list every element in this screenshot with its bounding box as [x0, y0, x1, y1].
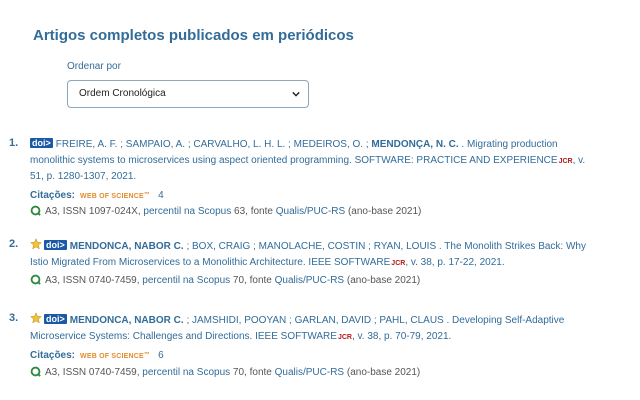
star-icon [30, 312, 42, 324]
article-authors: ; BOX, CRAIG ; MANOLACHE, COSTIN ; RYAN,… [186, 241, 586, 252]
article-ref: , v. 38, p. 17-22, 2021. [405, 256, 505, 268]
jcr-icon[interactable]: JCR [559, 158, 573, 165]
wos-label: WEB OF SCIENCE [80, 192, 144, 200]
wos-label: WEB OF SCIENCE [80, 353, 144, 360]
article-title: Istio Migrated From Microservices to a M… [30, 256, 391, 268]
scopus-percentile-link[interactable]: percentil na Scopus [142, 367, 230, 378]
doi-icon[interactable]: doi> [30, 138, 53, 148]
article-authors: ; JAMSHIDI, POOYAN ; GARLAN, DAVID ; PAH… [186, 315, 565, 326]
qualis-info: A3, ISSN 1097-024X, [45, 206, 144, 217]
qualis-mid: 70, fonte [230, 275, 275, 286]
qualis-year: (ano-base 2021) [344, 275, 421, 286]
qualis-source-link[interactable]: Qualis/PUC-RS [276, 206, 345, 217]
citations-count[interactable]: 6 [158, 350, 164, 361]
scopus-percentile-link[interactable]: percentil na Scopus [143, 206, 231, 217]
qualis-source-link[interactable]: Qualis/PUC-RS [275, 367, 344, 378]
qualis-year: (ano-base 2021) [345, 206, 422, 217]
qualis-mid: 63, fonte [231, 206, 276, 217]
article-number: 1. [9, 137, 19, 149]
article-ref: , v. 38, p. 70-79, 2021. [351, 330, 452, 342]
doi-icon[interactable]: doi> [44, 314, 67, 324]
article-content: doi> MENDONCA, NABOR C. ; JAMSHIDI, POOYA… [30, 312, 630, 380]
star-icon [30, 238, 42, 250]
sort-select[interactable]: Ordem Cronológica [67, 80, 309, 108]
scopus-percentile-link[interactable]: percentil na Scopus [142, 275, 230, 286]
article-ref-end: 51, p. 1280-1307, 2021. [30, 171, 137, 182]
citations-label: Citações: [30, 350, 76, 361]
highlighted-author: MENDONCA, NABOR C. [69, 241, 184, 252]
article-content: doi> MENDONCA, NABOR C. ; BOX, CRAIG ; MA… [30, 238, 630, 289]
citations-count[interactable]: 4 [158, 190, 164, 201]
chevron-down-icon [292, 91, 300, 97]
qualis-source-link[interactable]: Qualis/PUC-RS [275, 275, 344, 286]
page-title: Artigos completos publicados em periódic… [33, 27, 354, 44]
qualis-icon [30, 205, 41, 216]
qualis-info: A3, ISSN 0740-7459, [45, 275, 143, 286]
web-of-science-link[interactable]: WEB OF SCIENCE™ [80, 352, 151, 360]
jcr-icon[interactable]: JCR [391, 260, 405, 267]
web-of-science-link[interactable]: WEB OF SCIENCE™ [80, 191, 151, 200]
jcr-icon[interactable]: JCR [338, 334, 352, 341]
qualis-year: (ano-base 2021) [344, 366, 421, 378]
qualis-icon [30, 274, 41, 285]
article-title-start: . Migrating production [461, 139, 558, 150]
qualis-icon [30, 366, 41, 377]
qualis-info: A3, ISSN 0740-7459, [45, 366, 143, 378]
article-content: doi> FREIRE, A. F. ; SAMPAIO, A. ; CARVAL… [30, 137, 630, 220]
article-ref: , v. [572, 154, 586, 166]
sort-selected-value: Ordem Cronológica [79, 88, 166, 99]
article-number: 2. [9, 238, 19, 250]
wos-trademark: ™ [143, 352, 151, 358]
article-authors: FREIRE, A. F. ; SAMPAIO, A. ; CARVALHO, … [55, 139, 372, 150]
sort-label: Ordenar por [67, 61, 121, 72]
article-number: 3. [9, 312, 19, 324]
doi-icon[interactable]: doi> [44, 240, 67, 250]
article-title: Microservice Systems: Challenges and Dir… [30, 330, 337, 342]
highlighted-author: MENDONÇA, N. C. [371, 139, 459, 150]
qualis-mid: 70, fonte [230, 366, 275, 378]
article-title: monolithic systems to microservices usin… [30, 154, 558, 166]
wos-trademark: ™ [143, 191, 151, 198]
citations-label: Citações: [30, 189, 76, 201]
highlighted-author: MENDONCA, NABOR C. [69, 315, 184, 326]
